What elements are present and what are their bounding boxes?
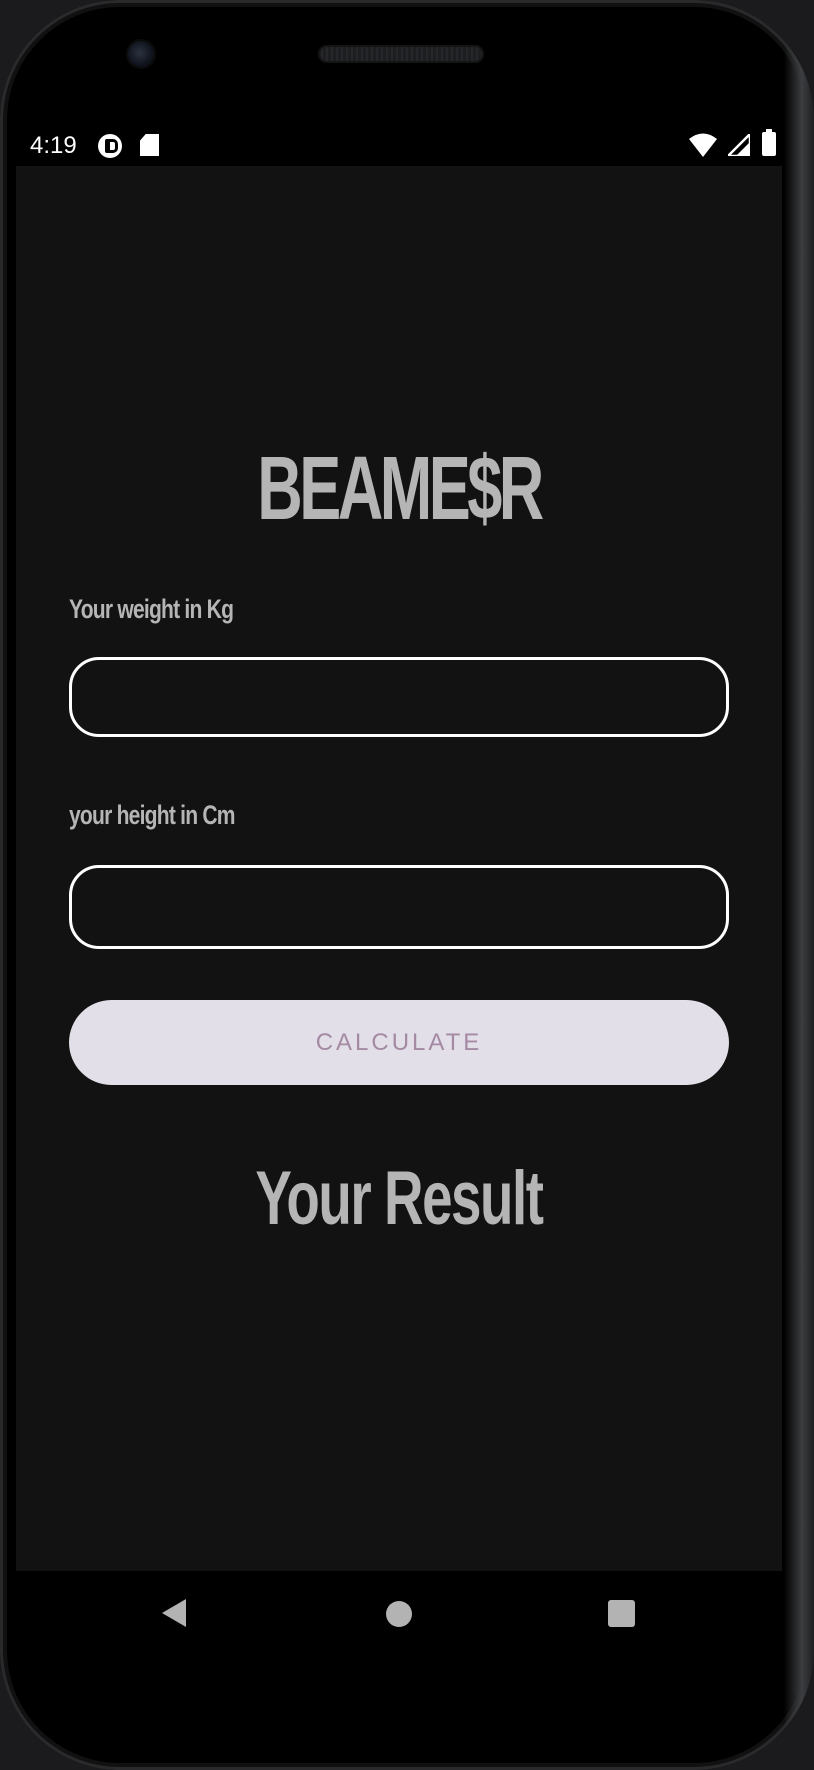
height-input[interactable] <box>69 865 729 949</box>
back-icon[interactable] <box>162 1599 186 1627</box>
result-text: Your Result <box>255 1156 544 1241</box>
status-time: 4:19 <box>30 132 77 159</box>
device-edge <box>784 0 814 1770</box>
home-icon[interactable] <box>386 1601 412 1627</box>
app-notification-icon <box>98 134 122 158</box>
wifi-icon <box>689 133 717 157</box>
recents-icon[interactable] <box>608 1600 635 1627</box>
earpiece-speaker <box>318 45 484 63</box>
phone-device: 4:19 BEAME$R Your weight in Kg your heig… <box>0 0 814 1770</box>
sd-card-icon <box>140 134 159 156</box>
navigation-bar <box>16 1571 782 1655</box>
weight-label: Your weight in Kg <box>69 594 234 624</box>
app-title: BEAME$R <box>257 439 544 539</box>
app-screen: BEAME$R Your weight in Kg your height in… <box>16 166 782 1571</box>
front-camera-icon <box>128 41 154 67</box>
battery-icon <box>762 129 776 156</box>
calculate-button[interactable]: CALCULATE <box>69 1000 729 1085</box>
height-label: your height in Cm <box>69 800 236 830</box>
cell-signal-icon <box>728 134 750 156</box>
weight-input[interactable] <box>69 657 729 737</box>
status-bar: 4:19 <box>16 122 782 166</box>
